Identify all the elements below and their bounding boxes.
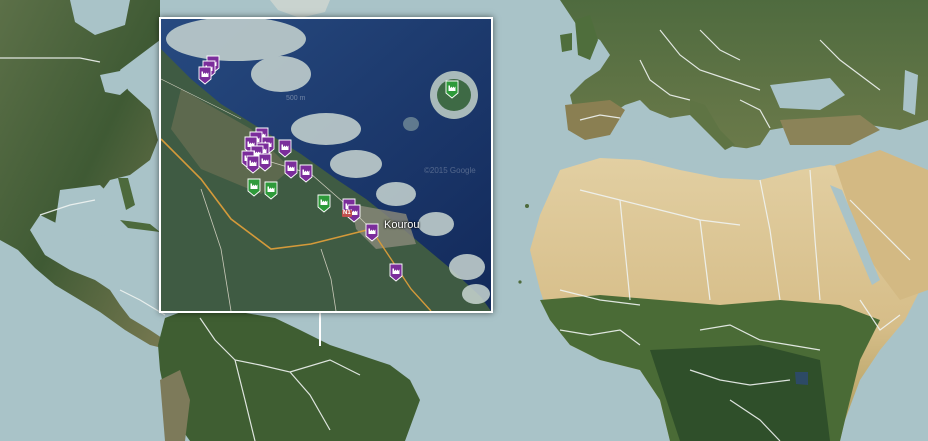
town-label: Kourou [384,219,420,231]
cape-verde [518,280,522,284]
canary-islands [525,204,529,208]
inset-map[interactable]: ©2015 Google 500 m N1 Kourou [159,17,493,313]
congo-rainforest [650,345,830,441]
map-watermark: ©2015 Google [424,166,476,175]
road-badge: N1 [342,210,352,217]
map-view[interactable]: ©2015 Google 500 m N1 Kourou [0,0,928,441]
lake-victoria [795,372,808,385]
offshore-islet [403,117,419,131]
inset-map-canvas[interactable] [161,19,491,311]
ireland [560,33,572,52]
scale-label: 500 m [286,95,306,102]
inset-pointer-line [319,311,321,346]
